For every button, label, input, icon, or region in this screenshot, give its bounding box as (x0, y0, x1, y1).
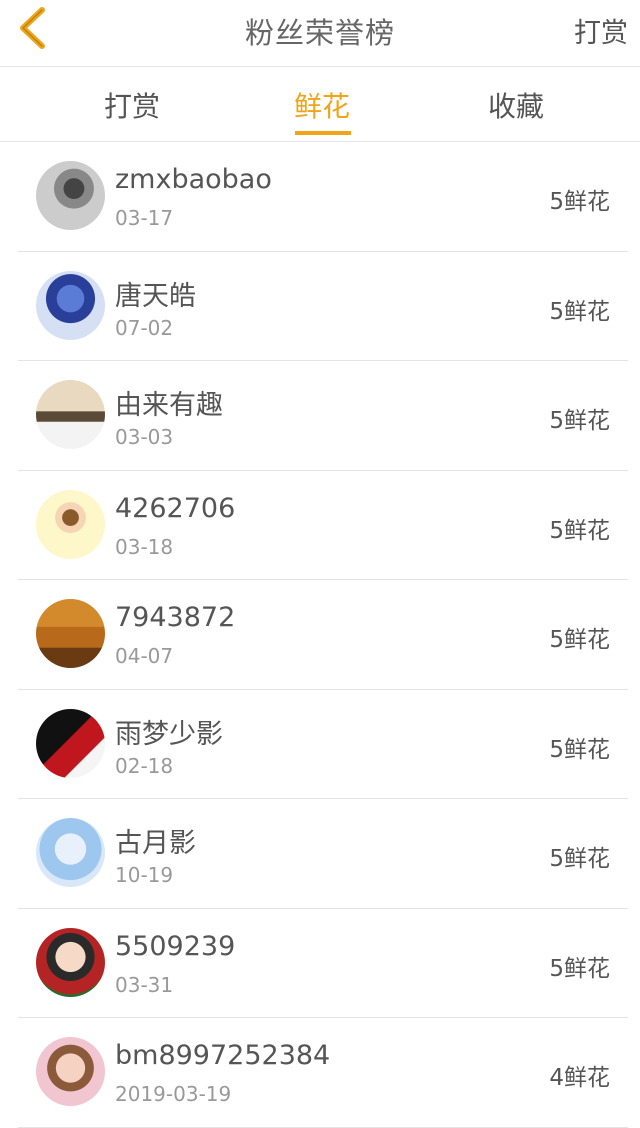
avatar (36, 708, 105, 778)
tip-button[interactable]: 打赏 (574, 11, 628, 50)
fan-flower-count: 4鲜花 (549, 1065, 610, 1091)
fan-date: 03-31 (115, 972, 174, 997)
list-item[interactable]: 由来有趣 03-03 5鲜花 (18, 361, 628, 471)
avatar (36, 927, 105, 997)
avatar (36, 818, 105, 887)
top-nav-bar: 粉丝荣誉榜 打赏 (0, 0, 640, 67)
list-item[interactable]: 4262706 03-18 5鲜花 (18, 471, 628, 580)
list-item[interactable]: zmxbaobao 03-17 5鲜花 (18, 142, 628, 252)
fan-flower-count: 5鲜花 (549, 955, 610, 982)
fan-name: 古月影 (115, 828, 196, 859)
fan-date: 10-19 (115, 863, 174, 887)
fan-flower-count: 5鲜花 (549, 298, 610, 325)
list-item[interactable]: 唐天皓 07-02 5鲜花 (18, 252, 628, 361)
fan-flower-count: 5鲜花 (549, 627, 610, 653)
avatar (36, 1037, 105, 1106)
fan-date: 03-18 (115, 534, 174, 559)
tab-favorites[interactable]: 收藏 (456, 85, 576, 139)
page-title: 粉丝荣誉榜 (244, 16, 395, 50)
tab-label: 鲜花 (293, 90, 350, 123)
avatar (36, 380, 105, 449)
list-item[interactable]: 7943872 04-07 5鲜花 (18, 580, 628, 690)
avatar (36, 599, 105, 668)
tab-tip[interactable]: 打赏 (72, 85, 192, 139)
fan-date: 02-18 (115, 753, 174, 778)
fan-name: 7943872 (115, 602, 236, 633)
fan-flower-count: 5鲜花 (549, 517, 610, 544)
fan-flower-count: 5鲜花 (549, 846, 610, 872)
avatar (36, 489, 105, 559)
tab-flowers[interactable]: 鲜花 (262, 85, 382, 139)
fan-name: 4262706 (115, 492, 236, 524)
fan-flower-count: 5鲜花 (549, 408, 610, 434)
fan-date: 03-03 (115, 425, 174, 449)
tab-bar: 打赏 鲜花 收藏 (0, 67, 640, 142)
fan-name: bm8997252384 (115, 1040, 331, 1071)
active-tab-indicator (295, 131, 351, 135)
fan-date: 04-07 (115, 644, 174, 668)
fan-name: 由来有趣 (115, 390, 223, 421)
list-item[interactable]: bm8997252384 2019-03-19 4鲜花 (18, 1018, 628, 1128)
fan-name: 唐天皓 (115, 280, 196, 312)
avatar (36, 161, 105, 230)
fan-flower-count: 5鲜花 (549, 189, 610, 215)
list-item[interactable]: 古月影 10-19 5鲜花 (18, 799, 628, 909)
fan-name: zmxbaobao (115, 164, 272, 195)
tab-label: 打赏 (103, 90, 160, 123)
fan-date: 07-02 (115, 315, 174, 340)
fan-date: 03-17 (115, 206, 174, 230)
fan-name: 5509239 (115, 930, 236, 962)
avatar (36, 270, 105, 340)
tab-label: 收藏 (487, 90, 544, 123)
list-item[interactable]: 5509239 03-31 5鲜花 (18, 909, 628, 1018)
list-item[interactable]: 雨梦少影 02-18 5鲜花 (18, 690, 628, 799)
fan-date: 2019-03-19 (115, 1082, 232, 1106)
fan-list: zmxbaobao 03-17 5鲜花 唐天皓 07-02 5鲜花 由来有趣 0… (0, 142, 640, 1128)
fan-name: 雨梦少影 (115, 718, 223, 750)
fan-flower-count: 5鲜花 (549, 736, 610, 763)
